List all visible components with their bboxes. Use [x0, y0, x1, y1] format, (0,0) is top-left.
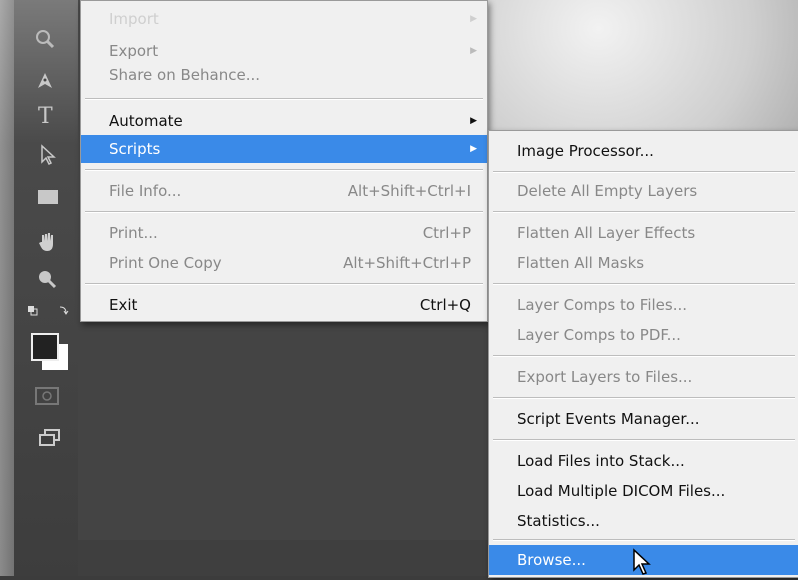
document-canvas-area: [78, 320, 488, 576]
menu-item-load-files-stack[interactable]: Load Files into Stack...: [489, 447, 798, 475]
menu-item-scripts[interactable]: Scripts ▶: [81, 135, 487, 163]
zoom-icon[interactable]: [36, 268, 58, 290]
menu-item-print-one-copy: Print One Copy Alt+Shift+Ctrl+P: [109, 254, 471, 272]
rectangle-icon[interactable]: [36, 188, 60, 206]
menu-item-layer-comps-files: Layer Comps to Files...: [517, 296, 688, 314]
menu-item-flatten-masks: Flatten All Masks: [517, 254, 645, 272]
menu-separator: [85, 98, 483, 100]
menu-separator: [85, 283, 483, 285]
menu-separator: [85, 211, 483, 213]
menu-item-exit[interactable]: Exit Ctrl+Q: [81, 291, 487, 319]
menu-item-delete-empty-layers: Delete All Empty Layers: [517, 182, 698, 200]
tools-panel: T: [0, 0, 78, 576]
hand-icon[interactable]: [36, 230, 60, 254]
menu-separator: [493, 355, 795, 357]
quick-mask-icon[interactable]: [34, 386, 60, 406]
type-icon[interactable]: T: [38, 104, 53, 129]
pen-icon[interactable]: [34, 70, 56, 92]
menu-item-export-layers: Export Layers to Files...: [517, 368, 693, 386]
menu-item-statistics[interactable]: Statistics...: [489, 507, 798, 535]
screen-mode-icon[interactable]: [38, 428, 62, 448]
panel-edge: [0, 0, 14, 576]
menu-separator: [493, 439, 795, 441]
menu-separator: [493, 397, 795, 399]
menu-item-print: Print... Ctrl+P: [109, 224, 471, 242]
menu-separator: [493, 211, 795, 213]
menu-separator: [493, 283, 795, 285]
menu-item-flatten-layer-effects: Flatten All Layer Effects: [517, 224, 696, 242]
color-swatches-icon[interactable]: [28, 330, 74, 376]
swap-colors-icon[interactable]: [26, 304, 70, 318]
submenu-arrow-icon: ▶: [470, 144, 477, 154]
menu-separator: [493, 171, 795, 173]
menu-item-load-dicom[interactable]: Load Multiple DICOM Files...: [489, 477, 798, 505]
menu-item-layer-comps-pdf: Layer Comps to PDF...: [517, 326, 681, 344]
menu-separator: [85, 169, 483, 171]
submenu-arrow-icon: ▶: [470, 14, 477, 24]
scripts-submenu: Image Processor... Delete All Empty Laye…: [488, 130, 798, 578]
menu-item-import: Import ▶: [81, 5, 487, 33]
menu-item-share-behance: Share on Behance...: [109, 66, 261, 84]
menu-item-file-info: File Info... Alt+Shift+Ctrl+I: [109, 182, 471, 200]
menu-separator: [493, 539, 795, 541]
menu-item-automate[interactable]: Automate ▶: [81, 107, 487, 135]
path-select-icon[interactable]: [38, 144, 58, 166]
cursor-arrow-icon: [632, 548, 654, 576]
menu-item-script-events-manager[interactable]: Script Events Manager...: [489, 405, 798, 433]
submenu-arrow-icon: ▶: [470, 116, 477, 126]
menu-item-image-processor[interactable]: Image Processor...: [489, 137, 798, 165]
magnify-icon[interactable]: [34, 28, 56, 50]
file-menu: Import ▶ Export ▶ Share on Behance... Au…: [80, 0, 488, 322]
